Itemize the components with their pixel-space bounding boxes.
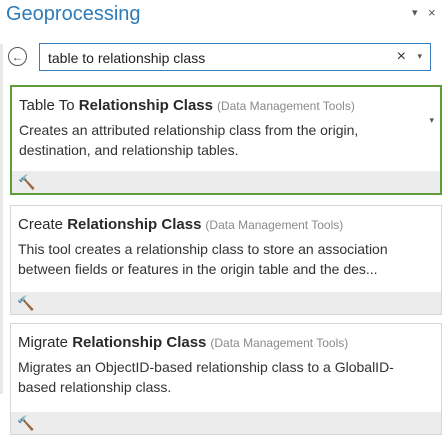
result-category: (Data Management Tools) xyxy=(210,336,349,350)
search-input[interactable]: table to relationship class × ▾ xyxy=(39,43,431,71)
geoprocessing-header: Geoprocessing ▾ × xyxy=(0,0,444,34)
back-button[interactable]: ← xyxy=(8,47,27,66)
pin-dropdown-icon[interactable]: ▾ xyxy=(412,6,418,19)
result-description: Creates an attributed relationship class… xyxy=(19,122,359,158)
search-input-value[interactable]: table to relationship class xyxy=(48,50,205,66)
result-category: (Data Management Tools) xyxy=(205,218,344,232)
clear-search-icon[interactable]: × xyxy=(397,48,406,66)
hammer-icon: 🔨 xyxy=(17,295,35,311)
result-footer: 🔨 xyxy=(12,171,440,193)
search-row: ← table to relationship class × ▾ xyxy=(0,42,444,74)
close-icon[interactable]: × xyxy=(428,5,436,20)
result-description: Migrates an ObjectID-based relationship … xyxy=(18,359,394,395)
result-title: Create Relationship Class (Data Managemen… xyxy=(18,216,344,233)
scrollbar[interactable] xyxy=(0,44,3,394)
search-dropdown-icon[interactable]: ▾ xyxy=(417,51,422,62)
chevron-down-icon[interactable]: ▾ xyxy=(429,115,434,126)
back-arrow-icon: ← xyxy=(11,49,24,64)
result-table-to-relationship-class[interactable]: Table To Relationship Class (Data Managem… xyxy=(10,85,442,195)
result-migrate-relationship-class[interactable]: Migrate Relationship Class (Data Manageme… xyxy=(10,323,442,435)
hammer-icon: 🔨 xyxy=(17,415,35,431)
pane-title: Geoprocessing xyxy=(6,3,141,25)
result-footer: 🔨 xyxy=(11,412,441,434)
result-description: This tool creates a relationship class t… xyxy=(18,241,388,277)
result-create-relationship-class[interactable]: Create Relationship Class (Data Managemen… xyxy=(10,205,442,315)
result-footer: 🔨 xyxy=(11,292,441,314)
hammer-icon: 🔨 xyxy=(18,174,36,190)
result-category: (Data Management Tools) xyxy=(216,99,355,113)
result-title: Migrate Relationship Class (Data Manageme… xyxy=(18,334,349,351)
result-title: Table To Relationship Class (Data Managem… xyxy=(19,97,355,114)
